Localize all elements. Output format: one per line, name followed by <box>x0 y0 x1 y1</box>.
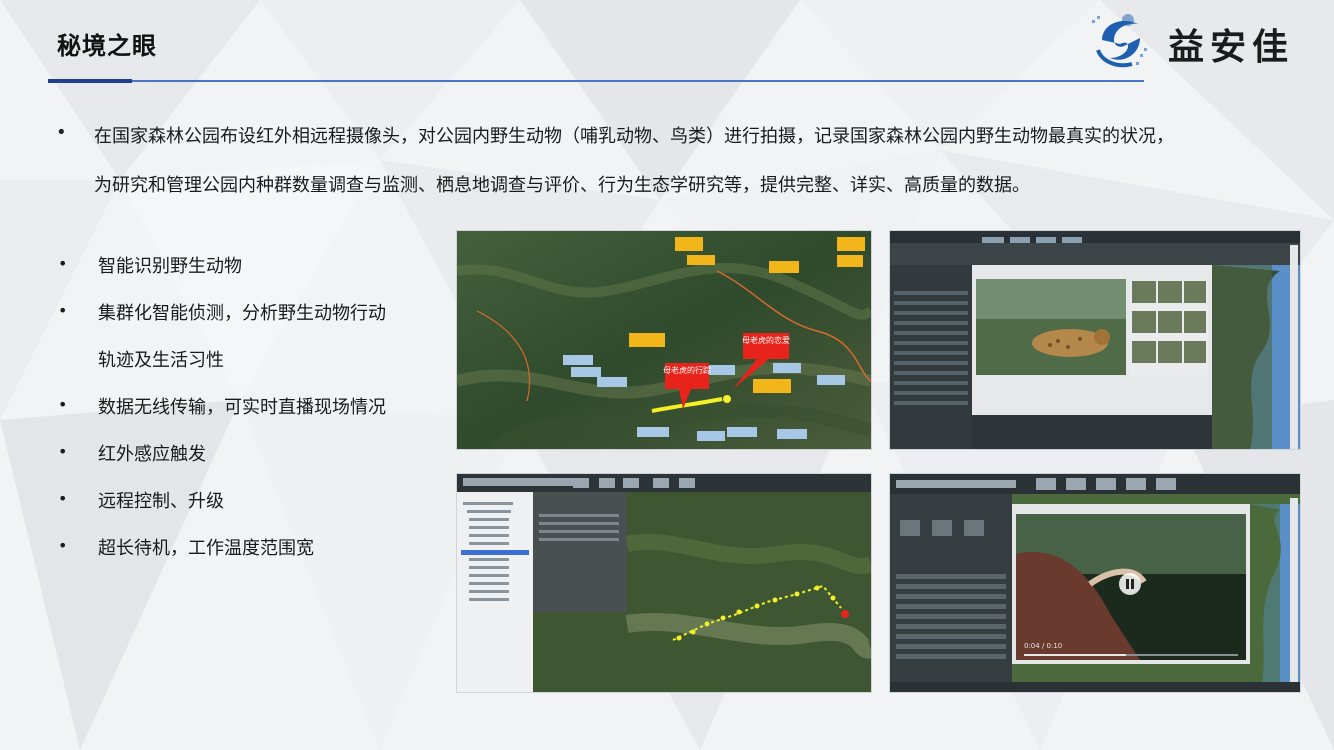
logo-wordmark: 益安佳 <box>1168 26 1295 68</box>
callout-track-label: 母老虎的行踪 <box>663 365 711 375</box>
title-underline <box>132 80 1144 82</box>
feature-bullet: • <box>58 395 68 414</box>
feature-text: 集群化智能侦测，分析野生动物行动 <box>98 303 386 324</box>
intro-line-1: 在国家森林公园布设红外相远程摄像头，对公园内野生动物（哺乳动物、鸟类）进行拍摄，… <box>94 126 1174 147</box>
feature-text: 红外感应触发 <box>98 444 206 465</box>
feature-bullet: • <box>58 489 68 508</box>
feature-bullet: • <box>58 254 68 273</box>
track-platform-screenshot <box>456 473 872 693</box>
company-logo: 益安佳 <box>1088 10 1298 72</box>
video-playback-screenshot: 0:04 / 0:10 <box>889 473 1301 693</box>
callout-romance-label: 母老虎的恋爱 <box>742 335 790 345</box>
video-time-readout: 0:04 / 0:10 <box>1024 642 1062 650</box>
feature-text: 轨迹及生活习性 <box>98 350 224 371</box>
feature-text: 超长待机，工作温度范围宽 <box>98 538 314 559</box>
feature-text: 智能识别野生动物 <box>98 256 242 277</box>
feature-bullet: • <box>58 442 68 461</box>
title-underline-accent <box>48 79 132 83</box>
feature-bullet: • <box>58 301 68 320</box>
slide: 秘境之眼 益安佳 • 在国家森林公园布设红外相远程摄像头，对公园内野生动物（哺乳… <box>0 0 1334 750</box>
page-title: 秘境之眼 <box>57 32 157 60</box>
intro-bullet: • <box>56 122 67 143</box>
feature-bullet: • <box>58 536 68 555</box>
feature-text: 数据无线传输，可实时直播现场情况 <box>98 397 386 418</box>
leopard-monitor-screenshot <box>889 230 1301 450</box>
logo-swirl-icon <box>1092 14 1147 68</box>
feature-text: 远程控制、升级 <box>98 491 224 512</box>
map-tracking-screenshot: 母老虎的行踪 母老虎的恋爱 <box>456 230 872 450</box>
intro-line-2: 为研究和管理公园内种群数量调查与监测、栖息地调查与评价、行为生态学研究等，提供完… <box>94 175 1030 196</box>
